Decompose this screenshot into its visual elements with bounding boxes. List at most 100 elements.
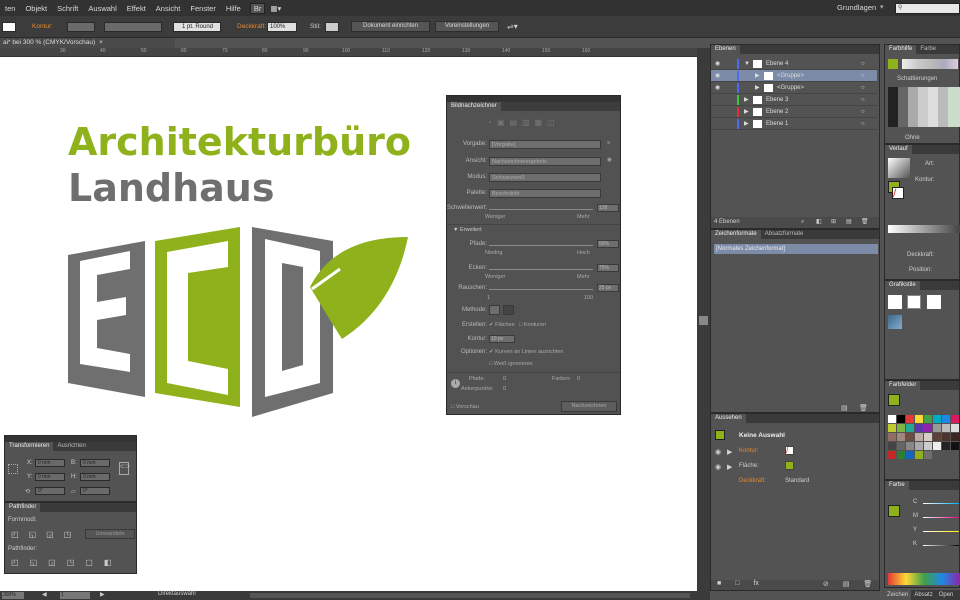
m-slider[interactable] xyxy=(923,517,959,518)
swatch[interactable] xyxy=(906,451,914,459)
bw-icon[interactable]: ▦ xyxy=(535,118,543,127)
rauschen-slider[interactable] xyxy=(489,289,593,290)
layer-row[interactable]: ▶ Ebene 1 ○ xyxy=(711,118,877,130)
trash-icon[interactable]: 🗑 xyxy=(859,404,868,412)
new-fill-icon[interactable]: □ xyxy=(735,580,739,590)
swatch[interactable] xyxy=(942,424,950,432)
tab-zeichen[interactable]: Zeichen xyxy=(884,590,912,600)
style-swatch[interactable] xyxy=(325,22,339,32)
close-icon[interactable]: × xyxy=(99,39,103,46)
swatch[interactable] xyxy=(906,415,914,423)
locate-icon[interactable]: ⌕ xyxy=(801,217,804,228)
color-spectrum[interactable] xyxy=(888,573,960,585)
palette-select[interactable]: Beschränkt xyxy=(489,189,601,198)
swatch[interactable] xyxy=(933,415,941,423)
rauschen-field[interactable]: 25 px xyxy=(597,284,619,292)
target-icon[interactable]: ○ xyxy=(861,58,865,70)
swatch[interactable] xyxy=(897,442,905,450)
swatch[interactable] xyxy=(951,424,959,432)
page-field[interactable]: 1 xyxy=(60,592,90,599)
swatch[interactable] xyxy=(915,424,923,432)
eye-icon[interactable]: ◉ xyxy=(715,448,721,456)
c-slider[interactable] xyxy=(923,503,959,504)
low-color-icon[interactable]: ▤ xyxy=(509,118,517,127)
tab-farbe[interactable]: Farbe xyxy=(916,45,940,54)
target-icon[interactable]: ○ xyxy=(861,82,865,94)
harmony-strip[interactable] xyxy=(902,59,958,69)
menu-effekt[interactable]: Effekt xyxy=(122,4,151,13)
rotate-field[interactable]: 0° xyxy=(35,487,65,495)
new-sublayer-icon[interactable]: ⊞ xyxy=(831,217,836,228)
fx-icon[interactable]: fx xyxy=(753,580,758,590)
stroke-weight-field[interactable] xyxy=(67,22,95,32)
next-page-icon[interactable]: ▶ xyxy=(100,591,105,598)
outline-icon[interactable]: ▢ xyxy=(85,558,93,567)
new-stroke-icon[interactable]: ■ xyxy=(717,580,721,590)
horizontal-scrollbar[interactable] xyxy=(250,593,690,598)
target-icon[interactable]: ○ xyxy=(861,118,865,130)
fill-swatch[interactable] xyxy=(785,461,794,470)
grayscale-icon[interactable]: ▥ xyxy=(522,118,530,127)
chevron-right-icon[interactable]: ▶ xyxy=(755,70,760,82)
nachzeichnen-button[interactable]: Nachzeichnen xyxy=(561,401,617,412)
swatch[interactable] xyxy=(924,451,932,459)
chevron-down-icon[interactable]: ▼ xyxy=(744,58,750,70)
clip-icon[interactable]: ◧ xyxy=(816,217,822,228)
bridge-button[interactable]: Br xyxy=(249,2,266,14)
swatch[interactable] xyxy=(906,424,914,432)
vorschau-checkbox[interactable]: □ Vorschau xyxy=(451,404,479,410)
prev-page-icon[interactable]: ◀ xyxy=(42,591,47,598)
konturen-checkbox[interactable]: □ Konturen xyxy=(519,322,546,328)
reference-point-icon[interactable] xyxy=(8,464,18,474)
tab-pathfinder[interactable]: Pathfinder xyxy=(5,503,41,512)
target-icon[interactable]: ○ xyxy=(861,94,865,106)
tab-farbhilfe[interactable]: Farbhilfe xyxy=(885,45,917,54)
graphic-style-4[interactable] xyxy=(888,315,902,329)
tab-grafikstile[interactable]: Grafikstile xyxy=(885,281,920,290)
vorgabe-select[interactable]: [Vorgabe] xyxy=(489,140,601,149)
fill-swatch[interactable] xyxy=(2,22,16,32)
kontur-attr-link[interactable]: Kontur: xyxy=(739,448,758,454)
swatch[interactable] xyxy=(951,442,959,450)
chevron-right-icon[interactable]: ▶ xyxy=(755,82,760,94)
swatch[interactable] xyxy=(915,415,923,423)
tab-aussehen[interactable]: Aussehen xyxy=(711,414,746,423)
swatch[interactable] xyxy=(942,433,950,441)
erweitert-toggle[interactable]: ▼ Erweitert xyxy=(453,227,482,233)
opacity-field[interactable]: 100% xyxy=(267,22,297,32)
swatch[interactable] xyxy=(933,433,941,441)
kurven-checkbox[interactable]: ✔ Kurven an Linien ausrichten xyxy=(489,349,563,355)
stroke-swatch[interactable]: / xyxy=(892,187,904,199)
crop-icon[interactable]: ◳ xyxy=(67,558,75,567)
preferences-button[interactable]: Voreinstellungen xyxy=(435,21,499,32)
document-setup-button[interactable]: Dokument einrichten xyxy=(351,21,430,32)
y-slider[interactable] xyxy=(923,531,959,532)
tab-farbe-cmyk[interactable]: Farbe xyxy=(885,481,909,490)
zoom-field[interactable]: 300% xyxy=(2,592,24,599)
eye-icon[interactable]: ◉ xyxy=(715,70,720,82)
current-fill-swatch[interactable] xyxy=(888,394,900,406)
ecken-field[interactable]: 75% xyxy=(597,264,619,272)
graphic-style-3[interactable] xyxy=(927,295,941,309)
clear-icon[interactable]: ⊘ xyxy=(823,580,829,590)
layer-row[interactable]: ▶ Ebene 2 ○ xyxy=(711,106,877,118)
tab-verlauf[interactable]: Verlauf xyxy=(885,145,912,154)
swatch[interactable] xyxy=(897,433,905,441)
chevron-right-icon[interactable]: ▶ xyxy=(744,106,749,118)
k-slider[interactable] xyxy=(923,545,959,546)
fill-swatch[interactable] xyxy=(888,505,900,517)
schwellenwert-field[interactable]: 128 xyxy=(597,204,619,212)
new-style-icon[interactable]: ▤ xyxy=(841,404,848,412)
deckkraft-link[interactable]: Deckkraft: xyxy=(237,23,266,30)
scroll-thumb[interactable] xyxy=(699,316,708,325)
merge-icon[interactable]: ◲ xyxy=(48,558,56,567)
swatch[interactable] xyxy=(924,433,932,441)
unite-icon[interactable]: ◰ xyxy=(11,530,19,539)
high-color-icon[interactable]: ▣ xyxy=(497,118,505,127)
tab-transformieren[interactable]: Transformieren xyxy=(5,442,54,451)
arrange-docs-icon[interactable]: ▦▾ xyxy=(265,4,286,13)
swatch[interactable] xyxy=(888,442,896,450)
swatch[interactable] xyxy=(915,433,923,441)
flaechen-checkbox[interactable]: ✔ Flächen xyxy=(489,322,515,328)
h-field[interactable]: 0 mm xyxy=(80,473,110,481)
